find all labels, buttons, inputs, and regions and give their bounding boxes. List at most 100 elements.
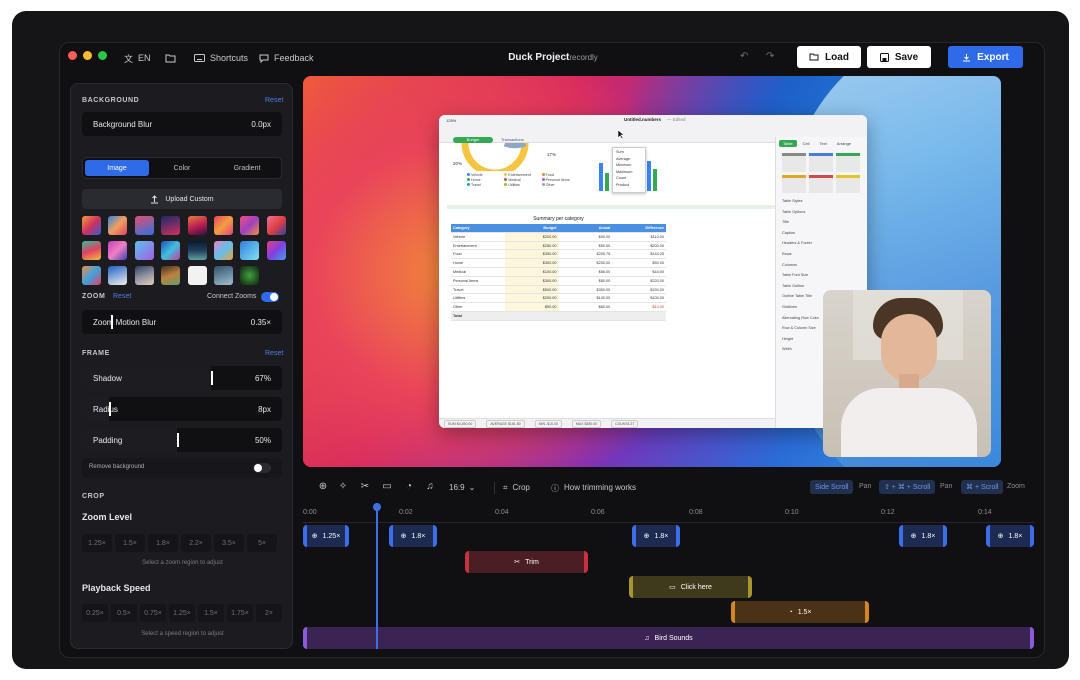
table-cell[interactable]: Difference (612, 224, 666, 232)
tab-gradient[interactable]: Gradient (215, 160, 279, 176)
speed-option[interactable]: 2× (256, 604, 282, 622)
feedback-button[interactable]: Feedback (259, 51, 314, 65)
table-cell[interactable]: Actual (558, 224, 613, 232)
table-cell[interactable]: Medical (451, 268, 505, 276)
zoom-clip[interactable]: ⊕ 1.8× (899, 525, 947, 547)
upload-custom-button[interactable]: Upload Custom (82, 189, 282, 209)
zoom-level-option[interactable]: 1.8× (148, 534, 178, 552)
table-cell[interactable]: $56.00 (559, 268, 613, 276)
speed-clip[interactable]: ◔ 1.5× (731, 601, 869, 623)
wallpaper-thumb[interactable] (161, 241, 181, 260)
wallpaper-thumb[interactable] (240, 216, 260, 235)
table-cell[interactable]: Food (451, 250, 505, 258)
table-cell[interactable]: Utilities (451, 294, 505, 302)
table-cell[interactable]: $90.00 (559, 233, 613, 241)
table-cell[interactable]: $110.00 (612, 233, 666, 241)
menu-item[interactable]: Product (616, 183, 642, 187)
sidebar-tab[interactable]: Text (815, 140, 830, 147)
zoom-level-option[interactable]: 3.5× (214, 534, 244, 552)
save-button[interactable]: Save (867, 46, 931, 68)
table-cell[interactable]: $250.00 (559, 259, 613, 267)
how-trimming-works-link[interactable]: ⓘ How trimming works (551, 483, 636, 494)
music-icon[interactable]: ♫ (424, 481, 436, 493)
table-cell[interactable]: Other (451, 303, 505, 311)
sidebar-tab[interactable]: Table (779, 140, 797, 147)
zoom-clip[interactable]: ⊕ 1.8× (632, 525, 680, 547)
playhead[interactable] (373, 503, 381, 649)
background-reset-link[interactable]: Reset (265, 97, 283, 104)
slider-handle[interactable] (109, 402, 111, 416)
wallpaper-thumb[interactable] (161, 216, 181, 235)
undo-icon[interactable]: ↶ (740, 51, 748, 62)
table-cell[interactable]: $350.00 (504, 250, 559, 259)
crop-button[interactable]: ⌗ Crop (503, 483, 530, 493)
speed-option[interactable]: 1.75× (227, 604, 253, 622)
zoom-level-option[interactable]: 1.5× (115, 534, 145, 552)
tab-image[interactable]: Image (85, 160, 149, 176)
table-cell[interactable]: $200.00 (504, 232, 559, 241)
zoom-clip[interactable]: ⊕ 1.25× (303, 525, 349, 547)
table-cell[interactable]: $50.00 (612, 259, 666, 267)
table-cell[interactable] (504, 311, 559, 320)
shortcuts-button[interactable]: Shortcuts (194, 51, 248, 65)
table-cell[interactable]: $500.00 (504, 285, 559, 294)
wallpaper-thumb[interactable] (187, 241, 207, 260)
connect-zooms-toggle[interactable] (261, 292, 279, 302)
wallpaper-thumb[interactable] (134, 241, 154, 260)
table-cell[interactable]: $200.00 (504, 294, 559, 303)
slider-handle[interactable] (177, 433, 179, 447)
wallpaper-thumb[interactable] (240, 241, 260, 260)
zoom-level-option[interactable]: 5× (247, 534, 277, 552)
speed-icon[interactable]: ◔ (403, 481, 415, 493)
menu-item[interactable]: Count (616, 176, 642, 180)
menu-item[interactable]: Minimum (616, 163, 642, 167)
table-cell[interactable]: $300.00 (504, 276, 559, 285)
table-cell[interactable]: $350.00 (559, 286, 613, 294)
tab-color[interactable]: Color (150, 160, 214, 176)
audio-clip[interactable]: ♫ Bird Sounds (303, 627, 1034, 649)
redo-icon[interactable]: ↷ (766, 51, 774, 62)
frame-reset-link[interactable]: Reset (265, 350, 283, 357)
shadow-slider[interactable]: Shadow 67% (82, 366, 282, 390)
slider-handle[interactable] (111, 315, 113, 329)
table-cell[interactable]: $205.75 (559, 250, 613, 258)
table-cell[interactable]: -$10.00 (612, 303, 666, 311)
wallpaper-thumb[interactable] (134, 216, 154, 235)
table-cell[interactable]: $60.00 (559, 303, 613, 311)
menu-item[interactable]: Sum (616, 150, 642, 154)
wallpaper-thumb[interactable] (187, 266, 207, 285)
wallpaper-thumb[interactable] (134, 266, 154, 285)
background-blur-field[interactable]: Background Blur 0.0px (82, 112, 282, 136)
table-cell[interactable] (612, 311, 666, 320)
table-cell[interactable]: Home (451, 259, 505, 267)
zoom-level-option[interactable]: 1.25× (82, 534, 112, 552)
table-cell[interactable]: $50.00 (559, 242, 613, 250)
padding-slider[interactable]: Padding 50% (82, 428, 282, 452)
table-cell[interactable]: $220.00 (612, 277, 666, 285)
menu-item[interactable]: Average (616, 157, 642, 161)
table-cell[interactable]: Budget (504, 224, 559, 232)
table-cell[interactable]: $100.00 (504, 267, 559, 276)
wallpaper-thumb[interactable] (108, 241, 128, 260)
wallpaper-thumb[interactable] (213, 266, 233, 285)
speed-option[interactable]: 1.5× (198, 604, 224, 622)
wallpaper-thumb[interactable] (213, 216, 233, 235)
table-cell[interactable]: Entertainment (451, 242, 505, 250)
table-cell[interactable]: $44.00 (612, 268, 666, 276)
minimize-window-button[interactable] (83, 51, 92, 60)
wallpaper-thumb[interactable] (82, 216, 101, 235)
menu-item[interactable]: Maximum (616, 170, 642, 174)
wallpaper-thumb[interactable] (187, 216, 207, 235)
wallpaper-thumb[interactable] (82, 241, 101, 260)
table-cell[interactable]: $250.00 (504, 241, 559, 250)
wallpaper-thumb[interactable] (82, 266, 101, 285)
table-cell[interactable]: Vehicle (451, 233, 505, 241)
wallpaper-thumb[interactable] (240, 266, 260, 285)
trim-clip[interactable]: ✂ Trim (465, 551, 588, 573)
export-button[interactable]: Export (948, 46, 1023, 68)
close-window-button[interactable] (68, 51, 77, 60)
table-cell[interactable]: $50.00 (504, 303, 559, 311)
table-cell[interactable]: Category (451, 224, 505, 232)
time-ruler[interactable]: 0:00 0:02 0:04 0:06 0:08 0:10 0:12 0:14 (303, 509, 1035, 523)
maximize-window-button[interactable] (98, 51, 107, 60)
